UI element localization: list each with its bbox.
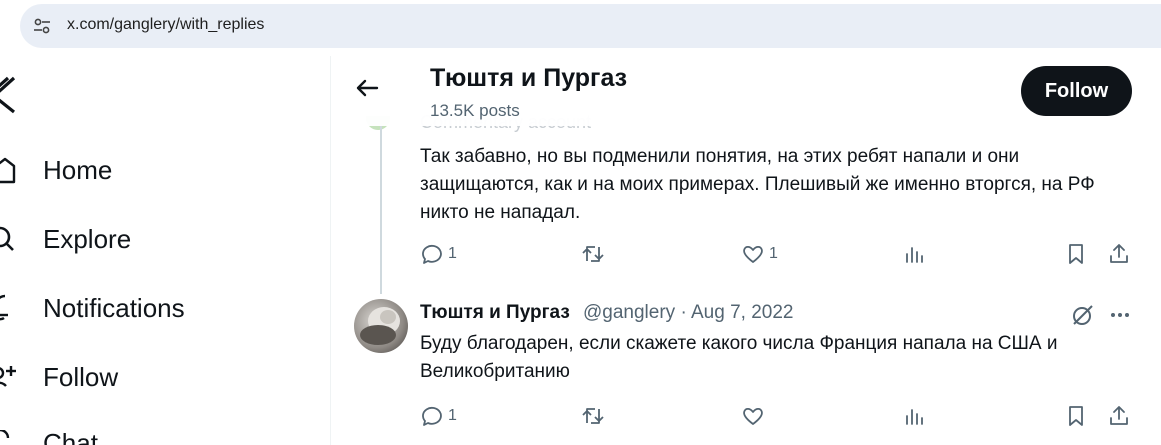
like-button[interactable] [741,404,765,428]
reply-count: 1 [448,407,457,424]
nav-label-home: Home [43,154,113,185]
repost-icon [582,246,604,262]
repost-icon [582,408,604,424]
bookmark-icon [1069,244,1083,264]
reply-count: 1 [448,245,457,262]
grok-icon[interactable] [1070,302,1096,328]
analytics-icon [906,247,923,263]
site-settings-icon[interactable] [32,16,52,36]
bookmark-icon [1069,406,1083,426]
profile-name: Тюштя и Пургаз [430,64,628,92]
nav-label-explore: Explore [43,223,132,254]
add-user-icon [0,366,16,387]
nav-label-chat: Chat [43,428,98,445]
post-count: 13.5K posts [430,101,520,120]
reply-icon [422,406,442,426]
share-button[interactable] [1107,242,1131,266]
repost-button[interactable] [581,404,605,428]
nav-label-notifications: Notifications [43,292,185,323]
reply-button[interactable]: 1 [420,404,457,428]
analytics-icon [906,409,923,425]
bookmark-button[interactable] [1064,242,1088,266]
tweet-text: Буду благодарен, если скажете какого чис… [420,333,1058,382]
thread-connector [380,126,382,294]
reply-icon [422,244,442,264]
repost-button[interactable] [581,242,605,266]
chat-icon [0,430,10,439]
share-icon [1110,406,1128,425]
tweet-author-name[interactable]: Тюштя и Пургаз [420,302,570,324]
avatar[interactable] [354,299,408,353]
avatar-image [360,307,400,345]
home-icon [0,157,16,184]
heart-icon [743,407,763,425]
views-button[interactable] [903,404,927,428]
tweet-text: Так забавно, но вы подменили понятия, на… [420,146,1095,223]
share-button[interactable] [1107,404,1131,428]
views-button[interactable] [903,242,927,266]
heart-icon [743,245,763,263]
share-icon [1110,244,1128,263]
address-bar[interactable]: x.com/ganglery/with_replies [20,4,1161,48]
x-logo-icon[interactable] [0,74,20,114]
like-button[interactable]: 1 [741,242,778,266]
like-count: 1 [769,245,778,262]
reply-button[interactable]: 1 [420,242,457,266]
back-arrow-icon[interactable] [349,70,385,106]
follow-button[interactable]: Follow [1021,66,1132,116]
nav-label-follow: Follow [43,361,119,392]
bookmark-button[interactable] [1064,404,1088,428]
tweet-author-meta[interactable]: @ganglery · Aug 7, 2022 [583,302,793,324]
bell-icon [0,294,8,321]
search-icon [0,226,14,251]
url-text[interactable]: x.com/ganglery/with_replies [67,16,264,34]
more-options-icon[interactable] [1107,302,1133,328]
